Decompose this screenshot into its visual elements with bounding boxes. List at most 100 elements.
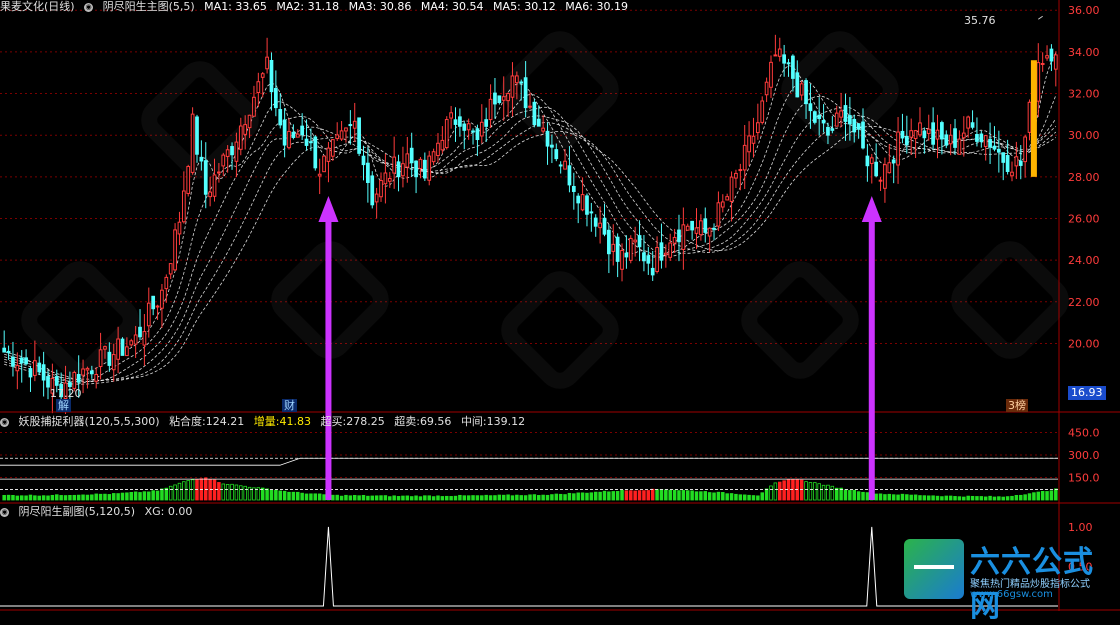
sub1-header: ◉ 妖股捕捉利器(120,5,5,300) 粘合度:124.21 增量:41.8… — [0, 415, 531, 429]
candle-down — [900, 130, 905, 139]
indicator-bar — [76, 494, 81, 501]
indicator-bar — [418, 496, 423, 501]
indicator-bar — [1027, 493, 1032, 501]
indicator-bar — [6, 494, 11, 501]
indicator-bar — [944, 495, 949, 501]
indicator-bar — [221, 483, 226, 501]
y-tick-label: 1.00 — [1068, 521, 1093, 534]
indicator-bar — [642, 490, 646, 501]
indicator-bar — [151, 490, 155, 501]
candle-up — [142, 331, 147, 346]
indicator-bar — [598, 491, 602, 501]
indicator-bar — [773, 482, 778, 501]
indicator-bar — [1054, 488, 1058, 501]
indicator-bar — [466, 495, 471, 501]
candle-up — [755, 122, 760, 134]
indicator-bar — [138, 492, 142, 501]
candle-down — [1005, 155, 1010, 172]
candle-up — [681, 224, 686, 250]
candle-up — [611, 243, 616, 252]
last-price-box: 16.93 — [1068, 386, 1106, 400]
indicator-bar — [953, 496, 957, 501]
candle-up — [799, 83, 804, 96]
indicator-bar — [225, 484, 230, 501]
sub2-indicator-name[interactable]: 阴尽阳生副图(5,120,5) — [19, 505, 136, 518]
candle-up — [335, 134, 340, 140]
candle-up — [1045, 55, 1049, 59]
indicator-bar — [68, 495, 72, 501]
main-indicator-name[interactable]: 阴尽阳生主图(5,5) — [103, 0, 195, 13]
indicator-bar — [348, 495, 353, 501]
candle-up — [694, 227, 699, 234]
candle-up — [94, 373, 99, 382]
candle-down — [28, 368, 33, 378]
settings-icon[interactable]: ◉ — [84, 2, 94, 12]
event-tag-cai[interactable]: 财 — [282, 399, 297, 412]
indicator-bar — [230, 483, 234, 501]
y-tick-label: 26.00 — [1068, 212, 1100, 225]
watermark-shape — [501, 271, 619, 389]
indicator-bar — [843, 489, 848, 501]
indicator-bar — [212, 479, 217, 501]
settings-icon[interactable]: ◉ — [0, 417, 9, 427]
candle-down — [304, 138, 309, 146]
indicator-bar — [1045, 491, 1049, 501]
candle-down — [931, 122, 935, 145]
indicator-bar — [2, 494, 6, 501]
stock-name: 果麦文化(日线) — [0, 0, 75, 13]
candle-up — [1040, 62, 1045, 65]
candle-down — [409, 147, 414, 164]
indicator-bar — [506, 494, 510, 501]
settings-icon[interactable]: ◉ — [0, 507, 9, 517]
indicator-bar — [975, 496, 979, 501]
ma4-value: MA4: 30.54 — [420, 0, 484, 13]
candle-up — [212, 174, 217, 197]
candle-up — [125, 346, 129, 357]
y-tick-label: 300.0 — [1068, 449, 1100, 462]
indicator-bar — [637, 490, 642, 501]
candle-down — [874, 161, 879, 177]
indicator-bar — [672, 489, 677, 501]
indicator-bar — [160, 488, 164, 501]
candle-down — [637, 235, 642, 248]
indicator-bar — [291, 491, 296, 501]
candle-up — [146, 302, 151, 327]
indicator-bar — [734, 493, 738, 501]
indicator-bar — [46, 495, 50, 501]
indicator-bar — [756, 495, 760, 501]
indicator-bar — [804, 481, 808, 501]
event-tag-bang[interactable]: 3榜 — [1006, 399, 1028, 412]
indicator-bar — [602, 490, 607, 501]
indicator-bar — [729, 493, 734, 501]
indicator-bar — [826, 484, 830, 501]
candle-up — [729, 176, 734, 202]
candle-up — [265, 56, 269, 70]
candle-down — [366, 162, 370, 183]
candle-down — [865, 155, 870, 167]
indicator-bar — [979, 496, 984, 501]
candle-down — [523, 77, 528, 109]
sub1-indicator-name[interactable]: 妖股捕捉利器(120,5,5,300) — [19, 415, 160, 428]
candle-down — [593, 217, 598, 227]
candle-up — [217, 171, 221, 174]
indicator-bar — [239, 485, 243, 501]
candle-up — [405, 153, 410, 168]
ma6-value: MA6: 30.19 — [565, 0, 628, 13]
candle-up — [133, 334, 138, 345]
candle-down — [821, 119, 826, 124]
indicator-bar — [918, 495, 922, 501]
indicator-bar — [423, 495, 427, 501]
candle-up — [221, 154, 226, 167]
event-tag-jie[interactable]: 解 — [56, 399, 71, 412]
indicator-bar — [545, 494, 550, 501]
candle-down — [830, 128, 835, 131]
candle-up — [633, 239, 638, 243]
watermark-shape — [741, 261, 859, 379]
indicator-bar — [383, 495, 388, 501]
candle-up — [839, 110, 843, 118]
indicator-bar — [357, 495, 361, 501]
indicator-bar — [388, 496, 392, 501]
indicator-bar — [655, 489, 659, 501]
candle-up — [444, 119, 449, 149]
candle-up — [173, 229, 177, 271]
